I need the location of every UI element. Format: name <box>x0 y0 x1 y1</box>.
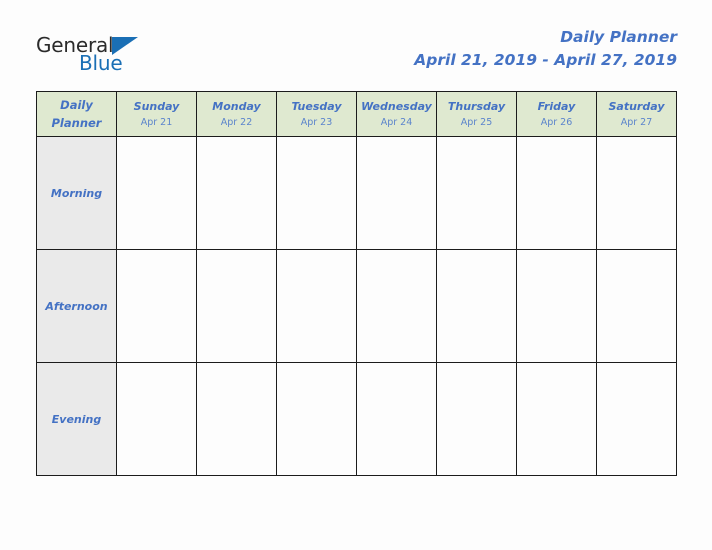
table-header-row: Daily Planner Sunday Apr 21 Monday Apr 2… <box>36 91 677 137</box>
slot-morning-friday[interactable] <box>516 136 597 250</box>
general-blue-logo: General Blue <box>36 34 216 86</box>
header-day-saturday: Saturday Apr 27 <box>596 91 677 137</box>
day-date-thursday: Apr 25 <box>460 116 493 128</box>
day-date-wednesday: Apr 24 <box>380 116 413 128</box>
slot-morning-tuesday[interactable] <box>276 136 357 250</box>
slot-afternoon-saturday[interactable] <box>596 249 677 363</box>
page-header: General Blue Daily Planner April 21, 201… <box>36 26 677 84</box>
slot-morning-wednesday[interactable] <box>356 136 437 250</box>
slot-evening-thursday[interactable] <box>436 362 517 476</box>
table-row-afternoon: Afternoon <box>36 249 677 363</box>
header-corner-cell: Daily Planner <box>36 91 117 137</box>
row-label-text-morning: Morning <box>50 187 103 200</box>
slot-evening-wednesday[interactable] <box>356 362 437 476</box>
header-day-thursday: Thursday Apr 25 <box>436 91 517 137</box>
slot-evening-saturday[interactable] <box>596 362 677 476</box>
slot-afternoon-friday[interactable] <box>516 249 597 363</box>
date-range: April 21, 2019 - April 27, 2019 <box>414 51 677 69</box>
weekly-planner-table: Daily Planner Sunday Apr 21 Monday Apr 2… <box>36 91 677 476</box>
table-row-evening: Evening <box>36 362 677 476</box>
day-name-sunday: Sunday <box>133 99 180 113</box>
row-label-text-evening: Evening <box>51 413 102 426</box>
day-name-thursday: Thursday <box>447 99 506 113</box>
corner-label-line2: Planner <box>51 116 102 130</box>
row-label-morning: Morning <box>36 136 117 250</box>
table-row-morning: Morning <box>36 136 677 250</box>
day-name-tuesday: Tuesday <box>291 99 342 113</box>
row-label-text-afternoon: Afternoon <box>45 300 108 313</box>
header-day-sunday: Sunday Apr 21 <box>116 91 197 137</box>
header-day-friday: Friday Apr 26 <box>516 91 597 137</box>
slot-afternoon-monday[interactable] <box>196 249 277 363</box>
slot-morning-saturday[interactable] <box>596 136 677 250</box>
day-date-tuesday: Apr 23 <box>300 116 333 128</box>
day-date-saturday: Apr 27 <box>620 116 653 128</box>
slot-evening-friday[interactable] <box>516 362 597 476</box>
day-date-monday: Apr 22 <box>220 116 253 128</box>
header-day-wednesday: Wednesday Apr 24 <box>356 91 437 137</box>
slot-evening-tuesday[interactable] <box>276 362 357 476</box>
slot-afternoon-sunday[interactable] <box>116 249 197 363</box>
slot-morning-thursday[interactable] <box>436 136 517 250</box>
title-block: Daily Planner April 21, 2019 - April 27,… <box>414 26 677 72</box>
planner-page: General Blue Daily Planner April 21, 201… <box>0 0 712 550</box>
header-day-tuesday: Tuesday Apr 23 <box>276 91 357 137</box>
day-date-sunday: Apr 21 <box>140 116 173 128</box>
slot-evening-monday[interactable] <box>196 362 277 476</box>
day-name-wednesday: Wednesday <box>361 99 432 113</box>
day-date-friday: Apr 26 <box>540 116 573 128</box>
day-name-friday: Friday <box>537 99 576 113</box>
day-name-saturday: Saturday <box>608 99 665 113</box>
slot-morning-monday[interactable] <box>196 136 277 250</box>
corner-label-line1: Daily <box>60 98 93 112</box>
slot-evening-sunday[interactable] <box>116 362 197 476</box>
slot-afternoon-tuesday[interactable] <box>276 249 357 363</box>
slot-morning-sunday[interactable] <box>116 136 197 250</box>
logo-text-blue: Blue <box>79 51 123 75</box>
slot-afternoon-wednesday[interactable] <box>356 249 437 363</box>
slot-afternoon-thursday[interactable] <box>436 249 517 363</box>
page-title: Daily Planner <box>560 28 677 46</box>
header-day-monday: Monday Apr 22 <box>196 91 277 137</box>
row-label-evening: Evening <box>36 362 117 476</box>
row-label-afternoon: Afternoon <box>36 249 117 363</box>
day-name-monday: Monday <box>212 99 261 113</box>
